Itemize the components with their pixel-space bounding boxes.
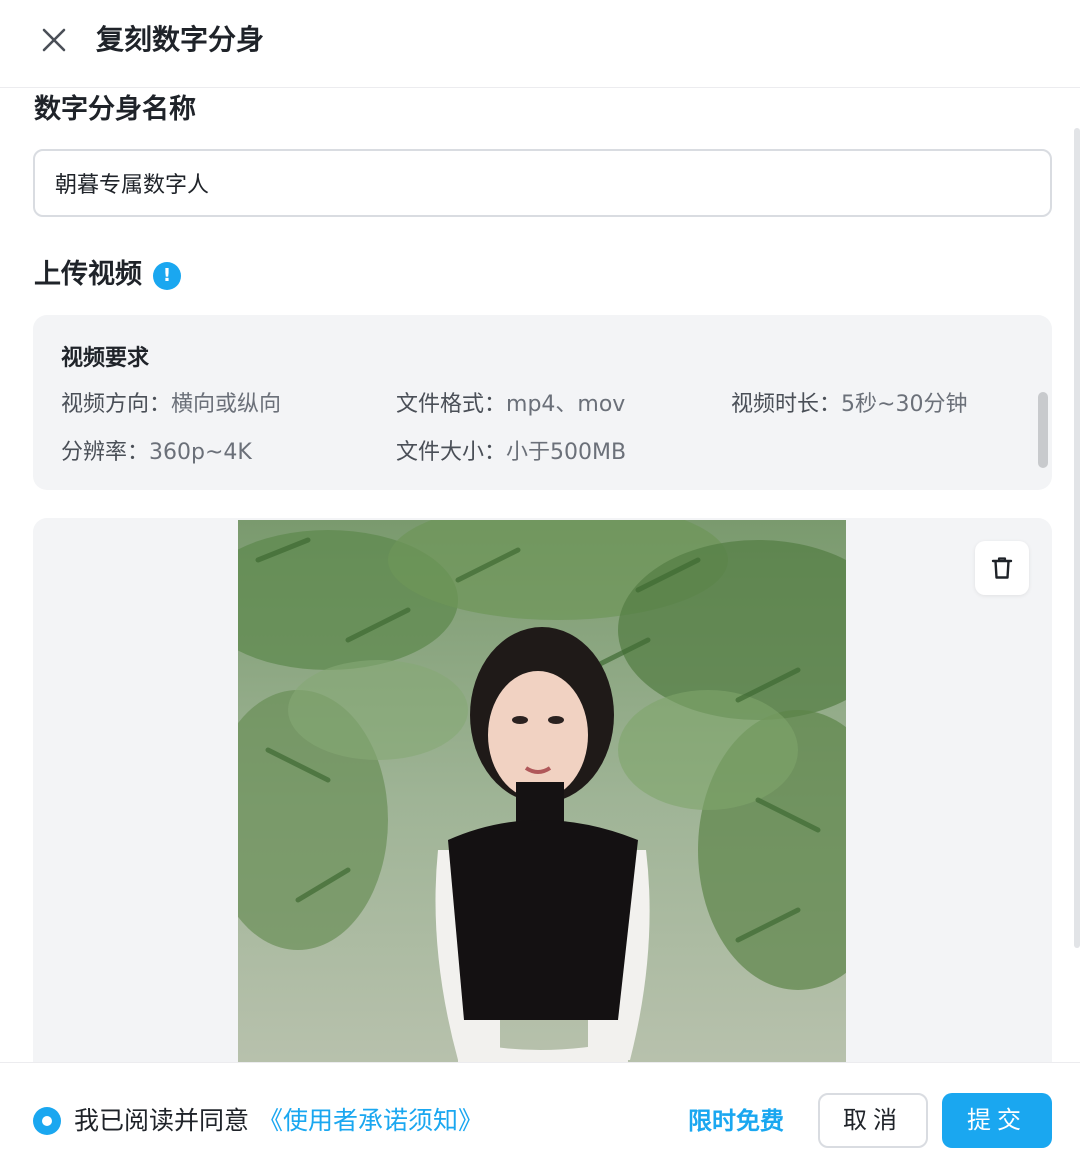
avatar-name-input[interactable] <box>33 149 1052 217</box>
requirement-filesize: 文件大小：小于500MB <box>396 438 626 468</box>
close-icon <box>42 28 66 52</box>
user-commitment-link[interactable]: 《使用者承诺须知》 <box>258 1103 483 1139</box>
requirement-value: mp4、mov <box>506 392 626 417</box>
requirement-resolution: 分辨率：360p~4K <box>61 438 252 468</box>
requirement-label: 分辨率： <box>61 440 150 465</box>
requirement-value: 小于500MB <box>506 440 627 465</box>
requirement-duration: 视频时长：5秒~30分钟 <box>731 390 967 420</box>
video-upload-area[interactable] <box>33 518 1052 1078</box>
agree-radio[interactable] <box>33 1107 61 1135</box>
requirement-value: 5秒~30分钟 <box>841 392 968 417</box>
agree-text: 我已阅读并同意 <box>74 1106 250 1135</box>
submit-button[interactable]: 提交 <box>942 1093 1052 1148</box>
video-thumbnail <box>238 520 846 1078</box>
name-section-title: 数字分身名称 <box>34 94 196 125</box>
video-requirements-panel: 视频要求 视频方向：横向或纵向 文件格式：mp4、mov 视频时长：5秒~30分… <box>33 315 1052 490</box>
requirement-label: 文件格式： <box>396 392 507 417</box>
requirement-label: 视频时长： <box>731 392 842 417</box>
requirement-value: 360p~4K <box>149 440 252 465</box>
page-scrollbar[interactable] <box>1074 128 1080 948</box>
page-title: 复刻数字分身 <box>96 23 265 56</box>
limited-free-badge: 限时免费 <box>688 1107 784 1135</box>
dialog-header: 复刻数字分身 <box>0 0 1080 88</box>
requirements-title: 视频要求 <box>61 346 150 371</box>
trash-icon <box>991 557 1013 579</box>
requirement-value: 横向或纵向 <box>171 392 282 417</box>
delete-video-button[interactable] <box>975 541 1029 595</box>
requirement-label: 视频方向： <box>61 392 172 417</box>
requirement-format: 文件格式：mp4、mov <box>396 390 625 420</box>
info-icon[interactable]: ! <box>153 262 181 290</box>
close-button[interactable] <box>36 22 72 58</box>
requirement-label: 文件大小： <box>396 440 507 465</box>
footer-bar: 我已阅读并同意 《使用者承诺须知》 限时免费 取消 提交 <box>0 1062 1080 1154</box>
cancel-button[interactable]: 取消 <box>818 1093 928 1148</box>
requirements-scrollbar[interactable] <box>1038 392 1048 468</box>
requirement-orientation: 视频方向：横向或纵向 <box>61 390 281 420</box>
video-preview[interactable] <box>238 520 846 1078</box>
upload-section-title: 上传视频 <box>34 259 142 290</box>
